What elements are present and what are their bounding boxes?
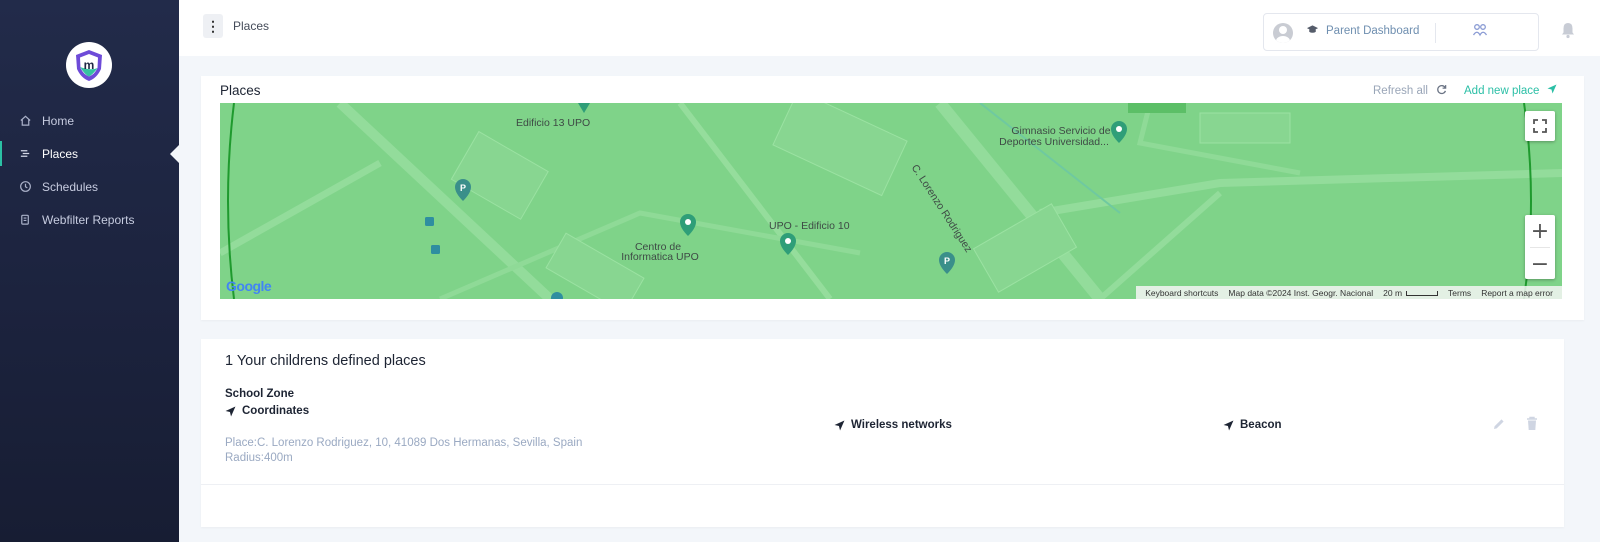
google-logo: Google [226,278,272,294]
sidebar-item-label: Webfilter Reports [42,212,135,227]
refresh-all-button[interactable]: Refresh all [1373,84,1447,98]
brand-logo[interactable]: m [66,42,112,88]
places-list-card: 1 Your childrens defined places School Z… [201,339,1564,527]
location-arrow-icon [225,406,236,416]
divider [1435,23,1436,43]
top-header: ⋮ Places Parent Dashboard [179,0,1600,56]
scale-indicator: 20 m [1378,288,1443,298]
avatar[interactable] [1273,23,1293,43]
zoom-control: + − [1525,215,1555,279]
graduation-cap-icon [1306,24,1319,38]
sidebar-item-label: Home [42,113,75,128]
svg-text:m: m [84,58,95,72]
map-label: UPO - Edificio 10 [769,220,850,232]
map-canvas: P P [220,103,1562,299]
home-icon [18,114,32,128]
place-name: School Zone [225,388,294,400]
menu-icon[interactable]: ⋮ [203,14,223,38]
refresh-label: Refresh all [1373,85,1428,97]
sidebar-item-label: Places [42,146,79,161]
map-view[interactable]: P P Edificio 13 UPO C. Lorenzo Rodriguez… [220,103,1562,299]
google-logo-text: Google [226,278,272,294]
terms-link[interactable]: Terms [1443,288,1476,298]
location-arrow-icon [1547,84,1557,97]
clock-icon [18,180,32,194]
svg-text:P: P [944,256,950,266]
bell-icon[interactable] [1560,21,1576,39]
place-row: School Zone Coordinates Place:C. Lorenzo… [201,383,1564,485]
sidebar-item-schedules[interactable]: Schedules [0,170,179,203]
beacon-text: Beacon [1240,419,1282,431]
sidebar-item-label: Schedules [42,179,99,194]
beacon-label: Beacon [1223,419,1282,431]
page-title: Places [233,19,270,33]
sidebar-item-webfilter-reports[interactable]: Webfilter Reports [0,203,179,236]
wireless-networks-text: Wireless networks [851,419,952,431]
pencil-icon [1494,419,1504,429]
place-address: Place:C. Lorenzo Rodriguez, 10, 41089 Do… [225,437,583,449]
report-icon [18,213,32,227]
fullscreen-button[interactable] [1525,111,1555,141]
places-count-heading: 1 Your childrens defined places [225,353,426,369]
map-data-text: Map data ©2024 Inst. Geogr. Nacional [1228,287,1374,298]
add-new-place-button[interactable]: Add new place [1464,84,1557,97]
fullscreen-icon [1533,119,1547,133]
wireless-networks-label: Wireless networks [834,419,952,431]
profile-box: Parent Dashboard [1263,13,1539,51]
place-radius: Radius:400m [225,452,293,464]
map-label: Deportes Universidad... [999,136,1109,148]
location-arrow-icon [834,420,845,430]
trash-icon [1527,416,1537,430]
parent-dashboard-button[interactable]: Parent Dashboard [1306,24,1419,38]
map-card-title: Places [220,83,261,98]
edit-place-button[interactable] [1492,417,1506,431]
keyboard-shortcuts-link[interactable]: Keyboard shortcuts [1140,288,1223,298]
sidebar: m Home Places Schedules Webfilter Report… [0,0,179,542]
scale-label: 20 m [1383,287,1403,298]
children-icon[interactable] [1472,23,1488,40]
places-icon [18,147,32,161]
brand-shield-logo-icon: m [76,50,102,81]
map-card: Places Refresh all Add new place P P Edi… [201,76,1584,320]
report-map-error-link[interactable]: Report a map error [1476,288,1558,298]
coordinates-label: Coordinates [225,405,309,417]
svg-text:P: P [460,183,466,193]
map-attribution: Keyboard shortcuts Map data ©2024 Inst. … [1136,286,1562,299]
coordinates-text: Coordinates [242,405,310,417]
location-arrow-icon [1223,420,1234,430]
sidebar-nav: Home Places Schedules Webfilter Reports [0,104,179,236]
zoom-out-button[interactable]: − [1525,248,1555,280]
zoom-in-button[interactable]: + [1525,215,1555,247]
sidebar-item-home[interactable]: Home [0,104,179,137]
parent-dashboard-label: Parent Dashboard [1326,25,1420,37]
delete-place-button[interactable] [1525,416,1539,431]
refresh-icon [1436,84,1447,98]
map-label: Edificio 13 UPO [516,117,591,129]
sidebar-item-places[interactable]: Places [0,137,179,170]
map-label: Informatica UPO [621,251,699,263]
active-indicator [170,145,179,163]
add-place-label: Add new place [1464,84,1540,97]
scale-bar [1406,290,1439,296]
